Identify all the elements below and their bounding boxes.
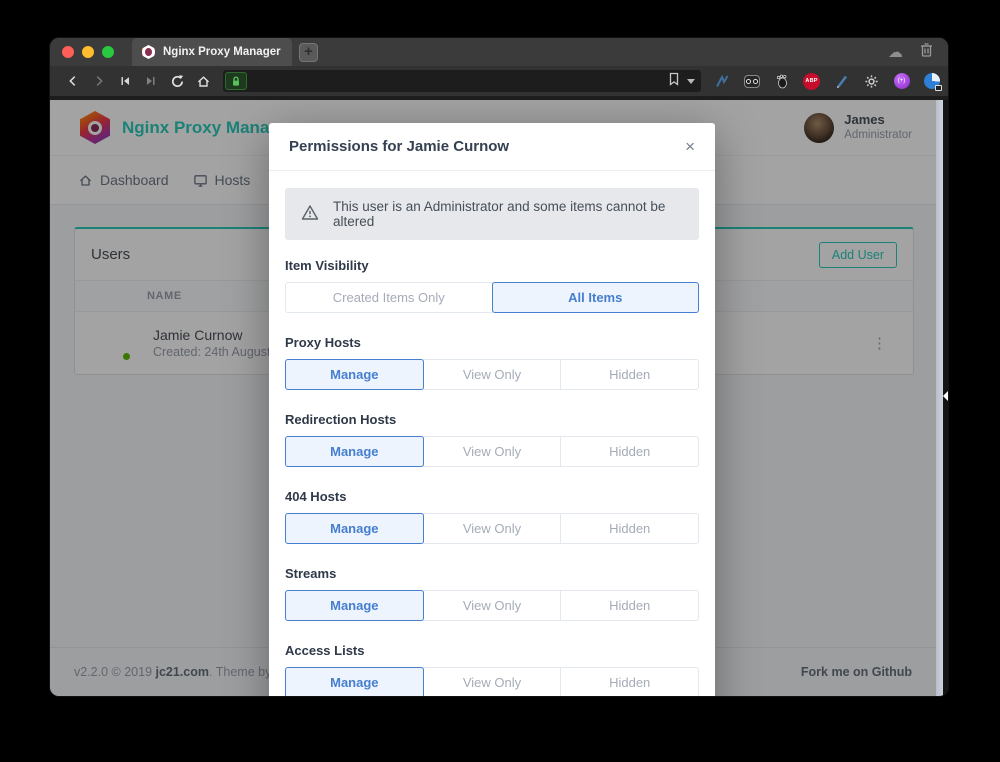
favicon-npm-icon <box>142 45 155 59</box>
option-view-only[interactable]: View Only <box>423 590 562 621</box>
pen-extension-icon[interactable] <box>833 73 850 90</box>
gear-flower-extension-icon[interactable] <box>863 73 880 90</box>
goggles-extension-icon[interactable] <box>743 73 760 90</box>
traffic-lights <box>50 46 124 58</box>
rewind-icon[interactable] <box>117 73 133 89</box>
back-icon[interactable] <box>65 73 81 89</box>
option-manage[interactable]: Manage <box>285 359 424 390</box>
button-group: Created Items OnlyAll Items <box>285 282 699 313</box>
panel-edge <box>943 100 948 696</box>
extension-icons: ABP (+) <box>713 73 940 90</box>
permission-section: Redirection Hosts ManageView OnlyHidden <box>285 412 699 467</box>
option-hidden[interactable]: Hidden <box>560 667 699 696</box>
browser-tab-bar: Nginx Proxy Manager + ☁ <box>50 38 948 66</box>
section-label: Proxy Hosts <box>285 335 699 350</box>
home-icon[interactable] <box>195 73 211 89</box>
section-label: 404 Hosts <box>285 489 699 504</box>
panel-toggle-arrow-icon[interactable] <box>943 391 948 401</box>
alert-text: This user is an Administrator and some i… <box>333 199 683 229</box>
bookmark-dropdown-icon[interactable] <box>687 79 695 84</box>
browser-toolbar: ABP (+) <box>50 66 948 96</box>
option-view-only[interactable]: View Only <box>423 359 562 390</box>
section-label: Access Lists <box>285 643 699 658</box>
button-group: ManageView OnlyHidden <box>285 436 699 467</box>
button-group: ManageView OnlyHidden <box>285 359 699 390</box>
admin-warning-alert: This user is an Administrator and some i… <box>285 188 699 240</box>
option-view-only[interactable]: View Only <box>423 667 562 696</box>
browser-scrollbar[interactable] <box>936 100 943 696</box>
close-window-button[interactable] <box>62 46 74 58</box>
section-label: Item Visibility <box>285 258 699 273</box>
permission-section: Item Visibility Created Items OnlyAll It… <box>285 258 699 313</box>
button-group: ManageView OnlyHidden <box>285 513 699 544</box>
option-all-items[interactable]: All Items <box>492 282 700 313</box>
fast-forward-icon[interactable] <box>143 73 159 89</box>
browser-tab[interactable]: Nginx Proxy Manager <box>132 38 292 66</box>
new-tab-button[interactable]: + <box>299 43 318 62</box>
modal-title: Permissions for Jamie Curnow <box>289 138 509 155</box>
option-manage[interactable]: Manage <box>285 667 424 696</box>
reload-icon[interactable] <box>169 73 185 89</box>
browser-window: Nginx Proxy Manager + ☁ <box>50 38 948 696</box>
option-manage[interactable]: Manage <box>285 436 424 467</box>
adblock-plus-extension-icon[interactable]: ABP <box>803 73 820 90</box>
option-hidden[interactable]: Hidden <box>560 359 699 390</box>
bookmark-icon[interactable] <box>668 72 680 91</box>
warning-triangle-icon <box>301 204 319 224</box>
option-hidden[interactable]: Hidden <box>560 590 699 621</box>
option-created-items-only[interactable]: Created Items Only <box>285 282 493 313</box>
purple-circle-extension-icon[interactable]: (+) <box>893 73 910 90</box>
button-group: ManageView OnlyHidden <box>285 590 699 621</box>
zoom-window-button[interactable] <box>102 46 114 58</box>
minimize-window-button[interactable] <box>82 46 94 58</box>
button-group: ManageView OnlyHidden <box>285 667 699 696</box>
section-label: Streams <box>285 566 699 581</box>
gnome-foot-extension-icon[interactable] <box>773 73 790 90</box>
permission-section: Proxy Hosts ManageView OnlyHidden <box>285 335 699 390</box>
option-manage[interactable]: Manage <box>285 590 424 621</box>
option-view-only[interactable]: View Only <box>423 436 562 467</box>
dev-fork-extension-icon[interactable] <box>713 73 730 90</box>
close-icon[interactable]: × <box>685 138 695 155</box>
option-hidden[interactable]: Hidden <box>560 436 699 467</box>
web-page: Nginx Proxy Manager James Administrator … <box>50 100 936 696</box>
section-label: Redirection Hosts <box>285 412 699 427</box>
option-manage[interactable]: Manage <box>285 513 424 544</box>
option-hidden[interactable]: Hidden <box>560 513 699 544</box>
pie-lock-extension-icon[interactable] <box>923 73 940 90</box>
permission-sections: Item Visibility Created Items OnlyAll It… <box>285 258 699 696</box>
sync-cloud-icon[interactable]: ☁ <box>888 45 903 60</box>
permission-section: 404 Hosts ManageView OnlyHidden <box>285 489 699 544</box>
url-bar[interactable] <box>223 70 701 92</box>
permission-section: Streams ManageView OnlyHidden <box>285 566 699 621</box>
permission-section: Access Lists ManageView OnlyHidden <box>285 643 699 696</box>
ssl-lock-badge-icon[interactable] <box>225 72 247 90</box>
trash-icon[interactable] <box>919 42 934 63</box>
forward-icon[interactable] <box>91 73 107 89</box>
tab-title: Nginx Proxy Manager <box>163 46 281 58</box>
permissions-modal: Permissions for Jamie Curnow × This user… <box>269 123 715 696</box>
option-view-only[interactable]: View Only <box>423 513 562 544</box>
